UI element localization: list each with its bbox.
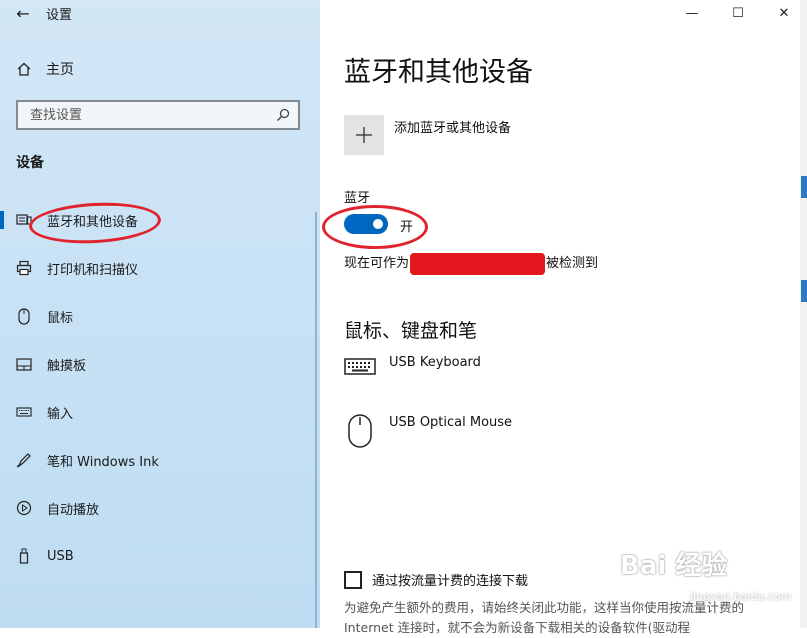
discoverable-suffix: 被检测到 xyxy=(546,256,599,271)
page-title: 蓝牙和其他设备 xyxy=(344,57,533,88)
toggle-state-label: 开 xyxy=(400,220,414,235)
sidebar-section-title: 设备 xyxy=(16,155,44,171)
add-device-label[interactable]: 添加蓝牙或其他设备 xyxy=(394,117,511,136)
redaction-mark xyxy=(410,252,546,275)
back-arrow-icon: ← xyxy=(16,3,30,23)
mouse-device-icon xyxy=(348,414,372,448)
watermark-url: jingyan.baidu.com xyxy=(690,590,792,603)
search-icon[interactable] xyxy=(276,108,290,122)
device-name: USB Optical Mouse xyxy=(389,415,513,430)
sidebar-scrollbar[interactable] xyxy=(315,212,317,628)
maximize-button[interactable]: ☐ xyxy=(715,0,761,26)
window-controls: — ☐ ✕ xyxy=(669,0,807,26)
add-device-button[interactable] xyxy=(344,115,384,155)
search-box[interactable] xyxy=(16,100,300,130)
window-title: 设置 xyxy=(46,7,73,23)
home-nav[interactable]: 主页 xyxy=(16,57,74,81)
bluetooth-toggle[interactable] xyxy=(344,214,388,234)
sidebar-item-label: 蓝牙和其他设备 xyxy=(47,214,139,230)
sidebar-item-label: 触摸板 xyxy=(47,358,87,374)
mouse-icon xyxy=(16,307,32,325)
close-icon: ✕ xyxy=(778,5,790,21)
discoverable-text: 现在可作为 被检测到 xyxy=(344,252,598,275)
active-indicator xyxy=(0,211,4,229)
sidebar-nav: 蓝牙和其他设备 打印机和扫描仪 鼠标 触摸板 输入 笔和 Windows Ink… xyxy=(0,196,320,580)
sidebar-item-label: 打印机和扫描仪 xyxy=(47,262,139,278)
background-window-mark xyxy=(801,176,807,198)
search-input[interactable] xyxy=(28,106,252,124)
touchpad-icon xyxy=(16,357,32,371)
device-name: USB Keyboard xyxy=(389,355,481,370)
metered-label: 通过按流量计费的连接下载 xyxy=(372,574,529,589)
printer-icon xyxy=(16,260,32,276)
bluetooth-label: 蓝牙 xyxy=(344,191,371,206)
sidebar-item-usb[interactable]: USB xyxy=(0,532,320,580)
minimize-button[interactable]: — xyxy=(669,0,715,26)
keyboard-icon xyxy=(16,407,32,417)
sidebar-item-autoplay[interactable]: 自动播放 xyxy=(0,484,320,532)
background-window-edge xyxy=(800,0,807,628)
watermark-text: Bai 经验 xyxy=(620,551,728,581)
maximize-icon: ☐ xyxy=(732,5,744,21)
watermark-logo: Bai 经验 xyxy=(620,545,727,582)
section-title: 鼠标、键盘和笔 xyxy=(344,320,478,342)
device-item[interactable]: USB Optical Mouse xyxy=(344,414,512,448)
keyboard-device-icon xyxy=(344,358,376,375)
sidebar-item-bluetooth[interactable]: 蓝牙和其他设备 xyxy=(0,196,320,244)
sidebar-item-label: 笔和 Windows Ink xyxy=(47,454,159,470)
metered-description: 为避免产生额外的费用，请始终关闭此功能，这样当你使用按流量计费的 Interne… xyxy=(344,600,745,635)
metered-checkbox[interactable] xyxy=(344,570,362,589)
usb-icon xyxy=(16,548,32,564)
title-bar: ← 设置 xyxy=(0,0,320,26)
toggle-knob xyxy=(373,219,383,229)
sidebar-item-touchpad[interactable]: 触摸板 xyxy=(0,340,320,388)
metered-download-option[interactable]: 通过按流量计费的连接下载 xyxy=(344,570,528,589)
sidebar-item-mouse[interactable]: 鼠标 xyxy=(0,292,320,340)
minimize-icon: — xyxy=(685,5,699,21)
background-window-mark xyxy=(801,280,807,302)
bluetooth-devices-icon xyxy=(16,213,32,227)
sidebar-item-label: 自动播放 xyxy=(47,502,100,518)
back-button[interactable]: ← xyxy=(0,0,46,26)
device-item[interactable]: USB Keyboard xyxy=(344,354,481,376)
sidebar: ← 设置 主页 设备 蓝牙和其他设备 打印机和扫描仪 鼠标 xyxy=(0,0,320,628)
sidebar-item-label: 鼠标 xyxy=(47,310,74,326)
pen-icon xyxy=(16,452,32,468)
autoplay-icon xyxy=(16,500,32,516)
plus-icon xyxy=(356,127,372,143)
discoverable-prefix: 现在可作为 xyxy=(344,256,410,271)
sidebar-item-label: 输入 xyxy=(47,406,74,422)
sidebar-item-label: USB xyxy=(47,548,74,564)
main-content: — ☐ ✕ 蓝牙和其他设备 添加蓝牙或其他设备 蓝牙 开 现在可作为 被检测到 鼠… xyxy=(320,0,807,635)
sidebar-item-printers[interactable]: 打印机和扫描仪 xyxy=(0,244,320,292)
home-label: 主页 xyxy=(46,62,74,78)
home-icon xyxy=(17,62,31,76)
sidebar-item-pen[interactable]: 笔和 Windows Ink xyxy=(0,436,320,484)
sidebar-item-typing[interactable]: 输入 xyxy=(0,388,320,436)
